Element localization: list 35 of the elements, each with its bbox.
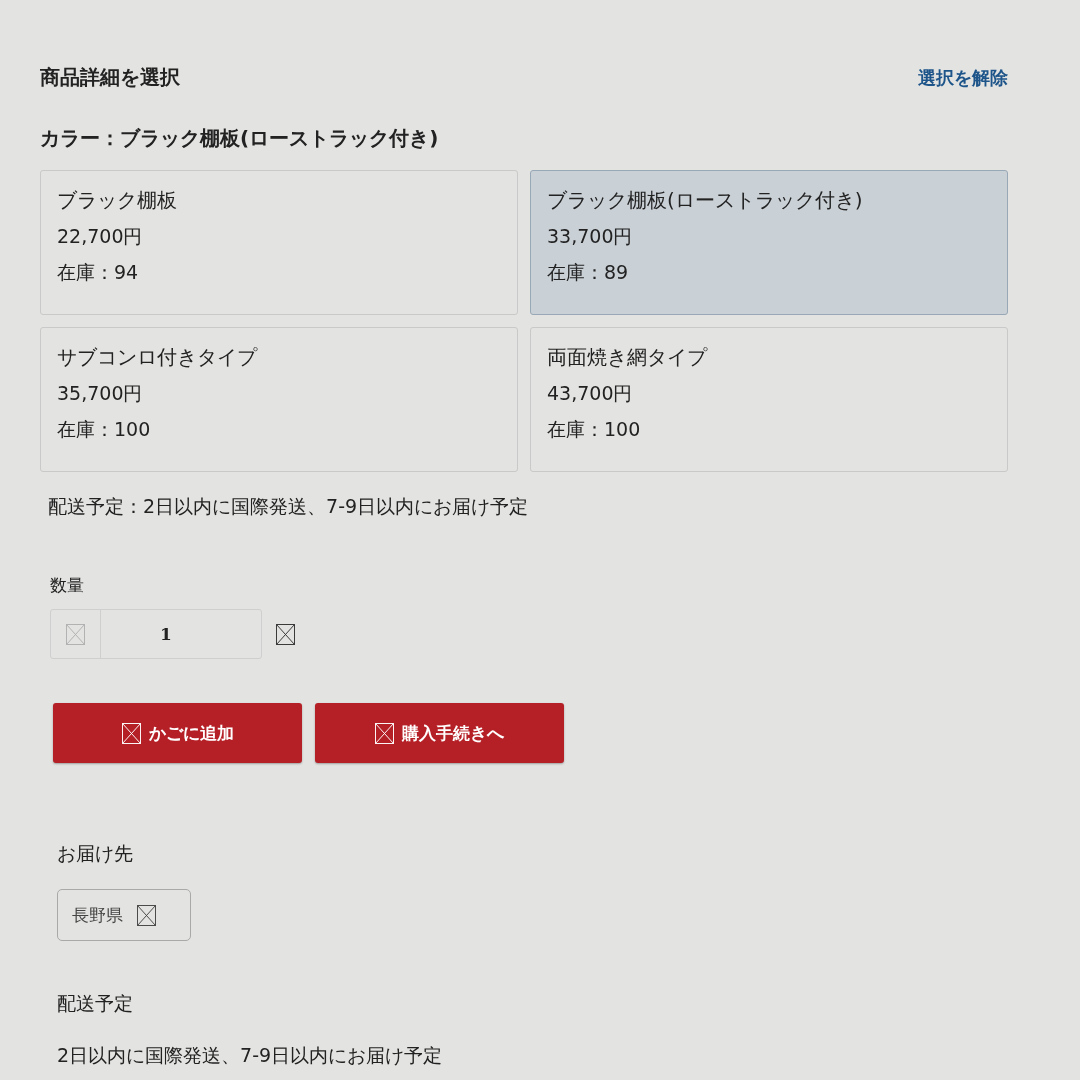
broken-image-icon	[375, 722, 394, 744]
option-stock: 在庫：100	[547, 417, 642, 442]
action-button[interactable]: 購入手続きへ	[315, 703, 564, 763]
action-button[interactable]: かごに追加	[53, 703, 302, 763]
broken-image-icon	[137, 904, 156, 926]
option-name: ブラック棚板	[57, 187, 178, 213]
option-price: 35,700円	[57, 381, 144, 406]
broken-image-icon	[66, 623, 85, 645]
quantity-field[interactable]: 1	[50, 609, 262, 659]
option-card[interactable]: ブラック棚板 22,700円 在庫：94	[40, 170, 518, 315]
option-stock: 在庫：94	[57, 260, 140, 285]
option-price: 43,700円	[547, 381, 634, 406]
option-card[interactable]: ブラック棚板(ローストラック付き) 33,700円 在庫：89	[530, 170, 1008, 315]
shipping-note: 配送予定：2日以内に国際発送、7-9日以内にお届け予定	[48, 494, 530, 519]
clear-selection-link[interactable]: 選択を解除	[918, 65, 1008, 90]
option-stock: 在庫：100	[57, 417, 152, 442]
selected-color-label: カラー：ブラック棚板(ローストラック付き)	[40, 125, 440, 152]
quantity-value: 1	[159, 624, 173, 644]
delivery-text: 2日以内に国際発送、7-9日以内にお届け予定	[57, 1043, 444, 1068]
option-card[interactable]: サブコンロ付きタイプ 35,700円 在庫：100	[40, 327, 518, 472]
option-card[interactable]: 両面焼き網タイプ 43,700円 在庫：100	[530, 327, 1008, 472]
option-price: 33,700円	[547, 224, 634, 249]
option-name: ブラック棚板(ローストラック付き)	[547, 187, 864, 213]
section-title: 商品詳細を選択	[40, 64, 180, 91]
option-name: 両面焼き網タイプ	[547, 344, 709, 370]
option-stock: 在庫：89	[547, 260, 630, 285]
delivery-label: 配送予定	[57, 991, 134, 1016]
increment-button[interactable]	[276, 623, 295, 645]
option-name: サブコンロ付きタイプ	[57, 344, 259, 370]
broken-image-icon	[276, 623, 295, 645]
destination-select[interactable]: 長野県	[57, 889, 191, 941]
destination-label: お届け先	[57, 841, 134, 866]
option-price: 22,700円	[57, 224, 144, 249]
broken-image-icon	[121, 722, 141, 744]
quantity-label: 数量	[50, 574, 85, 597]
